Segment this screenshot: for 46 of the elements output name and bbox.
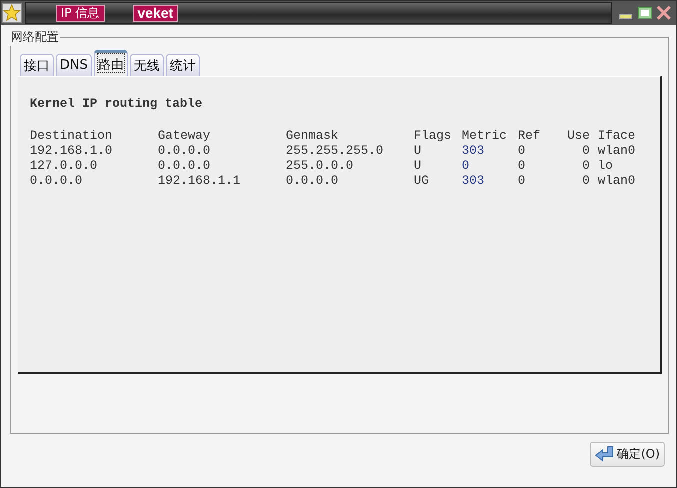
table-cell-text: 0 bbox=[581, 159, 591, 174]
table-cell-text: U bbox=[414, 144, 423, 159]
table-cell-text: 255.255.255.0 bbox=[286, 144, 385, 159]
column-header: Flags bbox=[414, 129, 453, 144]
column-header: Destination bbox=[30, 129, 114, 144]
maximize-icon[interactable] bbox=[637, 5, 653, 21]
group-title: 网络配置 bbox=[10, 29, 60, 46]
table-cell-text: 0.0.0.0 bbox=[30, 174, 84, 189]
table-cell-text: 0.0.0.0 bbox=[286, 174, 340, 189]
tab[interactable]: 路由 bbox=[94, 50, 128, 76]
table-cell-text: 192.168.1.1 bbox=[158, 174, 242, 189]
column-header: Use bbox=[566, 129, 591, 144]
tab[interactable]: 无线 bbox=[130, 54, 164, 76]
column-header: Iface bbox=[598, 129, 637, 144]
table-cell-text: 192.168.1.0 bbox=[30, 144, 114, 159]
table-title: Kernel IP routing table bbox=[30, 97, 204, 111]
ok-button[interactable]: 确定(O) bbox=[590, 442, 665, 467]
table-cell-text: 0 bbox=[581, 144, 591, 159]
table-cell-text: wlan0 bbox=[598, 174, 637, 189]
column-header: Genmask bbox=[286, 129, 340, 144]
table-cell-text: U bbox=[414, 159, 423, 174]
column-header: Ref bbox=[518, 129, 542, 144]
star-icon bbox=[2, 3, 22, 23]
column-header: Gateway bbox=[158, 129, 212, 144]
tab[interactable]: 统计 bbox=[166, 54, 200, 76]
table-cell-text: 255.0.0.0 bbox=[286, 159, 355, 174]
table-cell-text: 127.0.0.0 bbox=[30, 159, 99, 174]
table-cell-text: 0 bbox=[518, 144, 527, 159]
table-cell-text: 0 bbox=[518, 174, 527, 189]
window-title: veket bbox=[132, 4, 178, 22]
table-cell-text: lo bbox=[598, 159, 614, 174]
table-cell-text: UG bbox=[414, 174, 430, 189]
table-cell-text: wlan0 bbox=[598, 144, 637, 159]
table-cell-text: 0.0.0.0 bbox=[158, 159, 212, 174]
table-cell-text: 303 bbox=[462, 144, 486, 159]
close-icon[interactable] bbox=[656, 5, 672, 21]
tab[interactable]: DNS bbox=[56, 54, 92, 76]
table-cell-text: 0.0.0.0 bbox=[158, 144, 212, 159]
window-title: IP 信息 bbox=[56, 4, 105, 22]
table-cell-text: 303 bbox=[462, 174, 486, 189]
enter-arrow-icon bbox=[595, 446, 616, 464]
tab[interactable]: 接口 bbox=[20, 54, 54, 76]
column-header: Metric bbox=[462, 129, 508, 144]
table-cell-text: 0 bbox=[518, 159, 527, 174]
table-cell-text: 0 bbox=[581, 174, 591, 189]
table-cell-text: 0 bbox=[462, 159, 471, 174]
